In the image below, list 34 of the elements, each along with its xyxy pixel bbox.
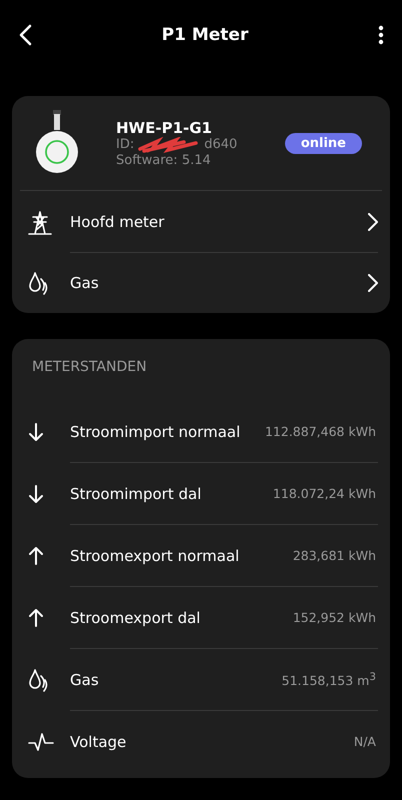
flame-icon	[28, 668, 50, 692]
section-title: METERSTANDEN	[31, 358, 148, 377]
redaction-scribble	[138, 136, 200, 152]
menu-item[interactable]: Gas	[70, 252, 378, 313]
reading-label: Stroomimport dal	[70, 484, 202, 502]
reading-value: 283,681 kWh	[292, 548, 376, 563]
menu-item[interactable]: Hoofd meter	[70, 191, 378, 252]
reading-value: N/A	[354, 734, 376, 749]
reading-label: Voltage	[70, 732, 128, 750]
chevron-right-icon	[368, 274, 378, 292]
more-options-icon	[378, 25, 384, 45]
device-drawing	[34, 110, 80, 176]
reading-label: Stroomimport normaal	[70, 422, 242, 440]
reading-label: Gas	[70, 670, 100, 688]
device-name: HWE-P1-G1	[116, 118, 213, 136]
reading-value: 51.158,153 m$^{3}$	[282, 670, 376, 688]
reading-value: 152,952 kWh	[292, 610, 376, 625]
flame-icon	[28, 271, 50, 295]
arrow-up-icon	[28, 608, 44, 628]
reading-value: 118.072,24 kWh	[272, 486, 376, 501]
arrow-down-icon	[28, 422, 44, 442]
arrow-down-icon	[28, 484, 44, 504]
chevron-right-icon	[368, 212, 378, 230]
device-id-label: ID:	[116, 137, 134, 152]
status-badge: online	[284, 132, 362, 154]
reading-label: Stroomexport normaal	[70, 546, 240, 564]
reading-label: Stroomexport dal	[70, 608, 202, 626]
pulse-icon	[28, 732, 54, 752]
page-title: P1 Meter	[162, 25, 248, 45]
power-pylon-icon	[28, 208, 52, 234]
reading-value: 112.887,468 kWh	[264, 424, 376, 439]
device-id-suffix: d640	[204, 137, 238, 152]
software-version: Software: 5.14	[116, 152, 212, 168]
arrow-up-icon	[28, 546, 44, 566]
